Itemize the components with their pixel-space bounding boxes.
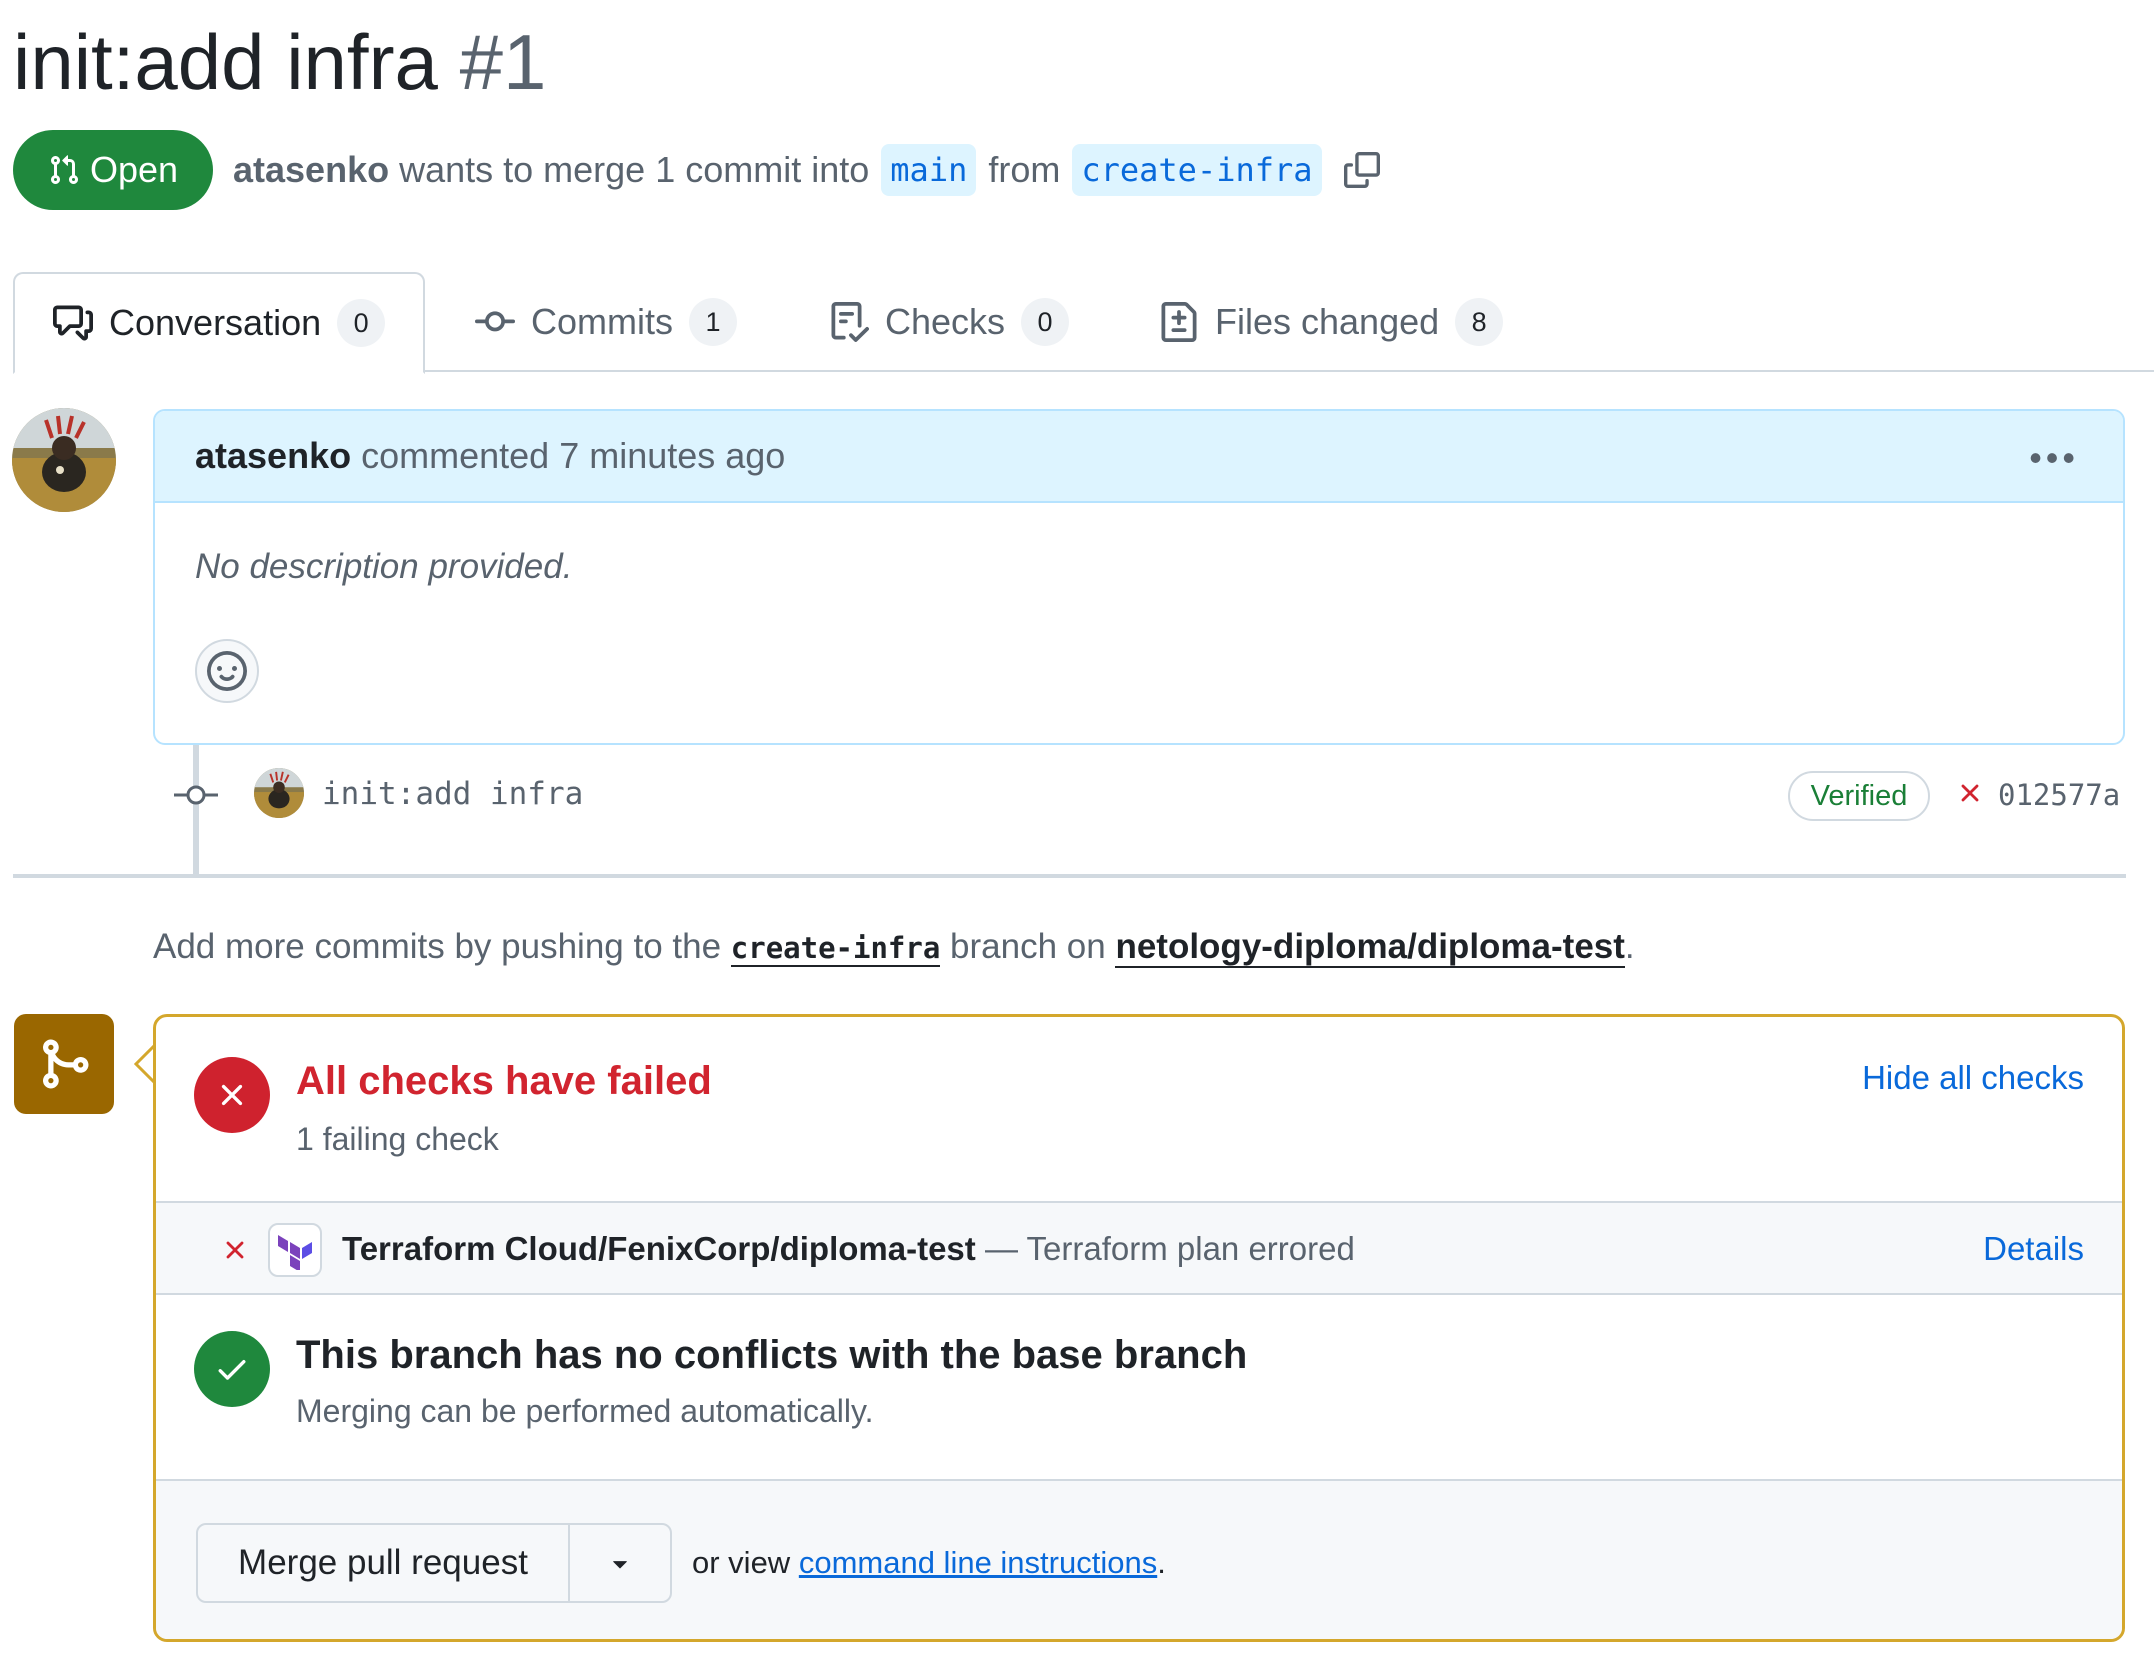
commit-author-avatar[interactable] [254, 768, 304, 818]
command-line-instructions-link[interactable]: command line instructions [799, 1545, 1157, 1580]
add-more-commits-hint: Add more commits by pushing to the creat… [153, 924, 1635, 971]
tab-commits[interactable]: Commits 1 [475, 272, 737, 372]
add-reaction-button[interactable] [195, 639, 259, 703]
file-diff-icon [1159, 302, 1199, 342]
comment-action: commented [361, 435, 550, 476]
tab-commits-count: 1 [689, 298, 737, 346]
comment-card: atasenko commented 7 minutes ago ••• No … [153, 409, 2125, 745]
merge-text-1: wants to merge 1 commit into [399, 149, 870, 190]
check-name: Terraform Cloud/FenixCorp/diploma-test —… [342, 1227, 1355, 1271]
pr-title-text: init:add infra [13, 18, 438, 106]
add-more-repo-link[interactable]: netology-diploma/diploma-test [1115, 927, 1625, 968]
git-merge-icon [36, 1036, 92, 1092]
triangle-down-icon [605, 1548, 635, 1578]
x-icon [220, 1235, 250, 1265]
tab-checks[interactable]: Checks 0 [829, 272, 1070, 372]
comment-time[interactable]: 7 minutes ago [559, 435, 785, 477]
tab-files-changed-count: 8 [1455, 298, 1504, 346]
check-details-link[interactable]: Details [1983, 1227, 2084, 1271]
tab-files-changed[interactable]: Files changed 8 [1159, 272, 1504, 372]
cli-prefix: or view [692, 1545, 791, 1580]
pr-state-badge: Open [13, 130, 213, 210]
merge-button-group: Merge pull request [196, 1523, 672, 1603]
checks-status-subtitle: 1 failing check [296, 1121, 499, 1157]
comment-author[interactable]: atasenko [195, 435, 351, 477]
hide-all-checks-button[interactable]: Hide all checks [1862, 1059, 2084, 1097]
pr-state-label: Open [89, 149, 179, 190]
cli-suffix: . [1157, 1545, 1166, 1580]
comment-body: No description provided. [195, 547, 573, 586]
cli-instructions: or view command line instructions. [692, 1543, 1166, 1583]
tab-checks-count: 0 [1021, 298, 1070, 346]
merge-method-dropdown[interactable] [570, 1525, 670, 1601]
add-more-branch[interactable]: create-infra [730, 931, 941, 967]
base-branch[interactable]: main [881, 144, 977, 196]
tab-conversation-count: 0 [337, 299, 386, 347]
check-title: Terraform Cloud/FenixCorp/diploma-test [342, 1230, 976, 1267]
checklist-icon [829, 302, 869, 342]
pr-number: #1 [459, 18, 547, 106]
pr-tabs: Conversation 0 Commits 1 Checks 0 Files … [13, 272, 2154, 374]
conflict-status: This branch has no conflicts with the ba… [156, 1295, 2122, 1481]
check-circle-icon [194, 1331, 270, 1407]
comment-discussion-icon [53, 303, 93, 343]
commit-message-link[interactable]: init:add infra [322, 774, 583, 814]
pr-author-link[interactable]: atasenko [233, 147, 389, 193]
conflict-status-subtitle: Merging can be performed automatically. [296, 1393, 874, 1429]
kebab-horizontal-icon[interactable]: ••• [2029, 437, 2079, 479]
commit-node-icon [174, 780, 218, 810]
checks-summary: All checks have failed 1 failing check H… [156, 1017, 2122, 1203]
tab-conversation[interactable]: Conversation 0 [13, 272, 426, 374]
merge-status-icon-box [14, 1014, 114, 1114]
pr-title: init:add infra #1 [13, 14, 546, 110]
check-description: Terraform plan errored [1026, 1230, 1355, 1267]
merge-box: All checks have failed 1 failing check H… [153, 1014, 2125, 1642]
commit-sha-link[interactable]: 012577a [1998, 775, 2120, 815]
comment-header: atasenko commented 7 minutes ago ••• [155, 411, 2123, 503]
git-pull-request-icon [48, 154, 80, 186]
tab-conversation-label: Conversation [109, 302, 322, 343]
add-more-prefix: Add more commits by pushing to the [153, 927, 722, 966]
avatar[interactable] [12, 408, 116, 512]
head-branch[interactable]: create-infra [1072, 144, 1322, 196]
add-more-suffix: . [1624, 927, 1635, 966]
merge-pull-request-button[interactable]: Merge pull request [198, 1525, 570, 1601]
x-circle-icon [194, 1057, 270, 1133]
verified-badge[interactable]: Verified [1788, 771, 1930, 821]
terraform-logo-icon [268, 1223, 322, 1277]
smiley-icon [207, 651, 247, 691]
tab-commits-label: Commits [531, 301, 673, 342]
checks-status-title: All checks have failed [296, 1059, 712, 1103]
conflict-status-title: This branch has no conflicts with the ba… [296, 1333, 1248, 1377]
git-commit-icon [475, 302, 515, 342]
x-icon[interactable] [1955, 778, 1985, 808]
check-separator: — [984, 1230, 1018, 1267]
add-more-middle: branch on [950, 927, 1106, 966]
merge-text-2: from [988, 149, 1061, 190]
merge-actions: Merge pull request or view command line … [156, 1481, 2122, 1639]
tab-checks-label: Checks [885, 301, 1006, 342]
copy-icon[interactable] [1343, 152, 1380, 188]
check-item: Terraform Cloud/FenixCorp/diploma-test —… [156, 1203, 2122, 1295]
pr-merge-summary: atasenko wants to merge 1 commit into ma… [233, 144, 1380, 196]
tab-files-changed-label: Files changed [1215, 301, 1440, 342]
timeline-divider [13, 874, 2126, 878]
